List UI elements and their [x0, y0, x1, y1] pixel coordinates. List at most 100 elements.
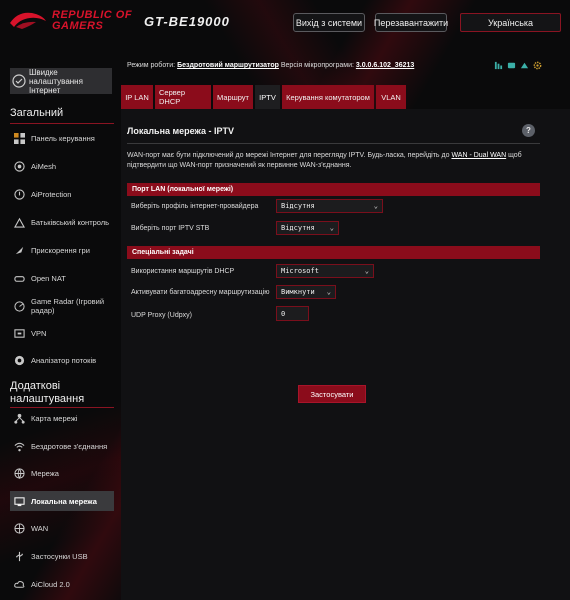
tab-switch-control[interactable]: Керування комутатором: [282, 85, 374, 109]
sidebar-item-label: Open NAT: [31, 273, 66, 283]
status-icons: [493, 60, 542, 70]
usb-icon: [13, 550, 26, 563]
dual-wan-link[interactable]: WAN - Dual WAN: [451, 152, 506, 159]
multicast-value: Вимкнути: [281, 288, 315, 296]
help-icon[interactable]: ?: [522, 124, 535, 137]
sidebar-item-parental[interactable]: Батьківський контроль: [10, 212, 114, 232]
main-panel: Режим роботи: Бездротовий маршрутизатор …: [121, 55, 570, 600]
chevron-down-icon: ⌄: [373, 202, 378, 210]
logout-button[interactable]: Вихід з системи: [293, 13, 365, 32]
rog-eye-icon: [8, 9, 48, 33]
rog-logo: REPUBLIC OF GAMERS: [8, 9, 132, 33]
sidebar-item-aiprotection[interactable]: AiProtection: [10, 184, 114, 204]
sidebar-item-wan[interactable]: WAN: [10, 518, 114, 538]
sidebar-item-label: Мережа: [31, 468, 59, 478]
page-title: Локальна мережа - IPTV: [127, 126, 235, 136]
firmware-version-link[interactable]: 3.0.0.6.102_36213: [356, 62, 414, 69]
sidebar-item-label: AiMesh: [31, 161, 57, 171]
multicast-label: Активувати багатоадресну маршрутизацію: [131, 289, 270, 296]
mode-prefix: Режим роботи:: [127, 62, 176, 69]
sidebar-item-label: AiCloud 2.0: [31, 579, 70, 589]
wan-icon: [13, 522, 26, 535]
stb-port-value: Відсутня: [281, 224, 315, 232]
tab-iptv[interactable]: IPTV: [255, 85, 280, 109]
sidebar-item-label: Бездротове з'єднання: [31, 441, 108, 451]
multicast-select[interactable]: Вимкнути ⌄: [276, 285, 336, 299]
lan-icon: [13, 495, 26, 508]
firmware-prefix: Версія мікропрограми:: [280, 62, 354, 69]
dhcp-routes-select[interactable]: Microsoft ⌄: [276, 264, 374, 278]
page-description: WAN-порт має бути підключений до мережі …: [127, 151, 543, 171]
radar-icon: [13, 300, 26, 313]
sidebar-item-aimesh[interactable]: AiMesh: [10, 156, 114, 176]
section-lan-port: Порт LAN (локальної мережі): [127, 183, 540, 196]
dashboard-icon: [13, 132, 26, 145]
tab-vlan[interactable]: VLAN: [376, 85, 406, 109]
chevron-down-icon: ⌄: [326, 288, 331, 296]
usb-status-icon[interactable]: [506, 60, 516, 70]
tab-ip-lan[interactable]: IP LAN: [121, 85, 153, 109]
cloud-icon: [13, 578, 26, 591]
sidebar-item-label: Game Radar (Ігровий радар): [31, 297, 105, 315]
udp-proxy-input[interactable]: 0: [276, 306, 309, 321]
sidebar-item-network-map[interactable]: Карта мережі: [10, 408, 114, 428]
sidebar-item-label: Батьківський контроль: [31, 217, 110, 227]
sidebar-item-usb[interactable]: Застосунки USB: [10, 546, 114, 566]
globe-icon: [13, 467, 26, 480]
sidebar-item-label: Застосунки USB: [31, 551, 88, 561]
sidebar-item-label: VPN: [31, 328, 47, 338]
isp-profile-label: Виберіть профіль інтернет-провайдера: [131, 203, 259, 210]
network-map-icon: [13, 412, 26, 425]
network-status-icon[interactable]: [493, 60, 503, 70]
desc-text-1: WAN-порт має бути підключений до мережі …: [127, 152, 452, 159]
sidebar-item-aicloud[interactable]: AiCloud 2.0: [10, 574, 114, 594]
udp-proxy-label: UDP Proxy (Udpxy): [131, 312, 192, 319]
section-special-tasks: Спеціальні задачі: [127, 246, 540, 259]
gamepad-icon: [13, 272, 26, 285]
quick-setup-icon: [12, 74, 26, 88]
advanced-section-title: Додаткові налаштування: [10, 380, 85, 405]
content-panel: Локальна мережа - IPTV ? WAN-порт має бу…: [121, 109, 570, 600]
sidebar-item-label: Прискорення гри: [31, 245, 90, 255]
stb-port-select[interactable]: Відсутня ⌄: [276, 221, 339, 235]
language-select[interactable]: Українська: [460, 13, 561, 32]
sidebar-item-open-nat[interactable]: Open NAT: [10, 268, 114, 288]
shield-icon: [13, 188, 26, 201]
parental-icon: [13, 216, 26, 229]
gear-icon[interactable]: [532, 60, 542, 70]
sidebar-item-network[interactable]: Мережа: [10, 463, 114, 483]
tab-bar: IP LAN Сервер DHCP Маршрут IPTV Керуванн…: [121, 85, 406, 109]
reboot-button[interactable]: Перезавантажити: [374, 13, 448, 32]
wireless-icon: [13, 440, 26, 453]
header: REPUBLIC OF GAMERS GT-BE19000 Вихід з си…: [0, 0, 570, 48]
link-status-icon[interactable]: [519, 60, 529, 70]
sidebar-item-wireless[interactable]: Бездротове з'єднання: [10, 436, 114, 456]
general-divider: [10, 123, 114, 124]
sidebar-item-lan[interactable]: Локальна мережа: [10, 491, 114, 511]
vpn-icon: [13, 327, 26, 340]
status-line: Режим роботи: Бездротовий маршрутизатор …: [127, 62, 414, 69]
tab-dhcp-server[interactable]: Сервер DHCP: [155, 85, 211, 109]
mesh-icon: [13, 160, 26, 173]
model-name: GT-BE19000: [144, 14, 230, 29]
quick-setup-button[interactable]: Швидке налаштування Інтернет: [10, 68, 112, 95]
apply-button[interactable]: Застосувати: [298, 385, 366, 403]
sidebar-item-game-radar[interactable]: Game Radar (Ігровий радар): [10, 293, 114, 319]
sidebar-item-vpn[interactable]: VPN: [10, 323, 114, 343]
brand-line-2: GAMERS: [52, 20, 104, 32]
sidebar: Швидке налаштування Інтернет Загальний П…: [0, 60, 118, 600]
sidebar-item-traffic-analyzer[interactable]: Аналізатор потоків: [10, 350, 114, 370]
chevron-down-icon: ⌄: [364, 267, 369, 275]
dhcp-routes-value: Microsoft: [281, 267, 319, 275]
sidebar-item-game-boost[interactable]: Прискорення гри: [10, 240, 114, 260]
sidebar-item-label: WAN: [31, 523, 49, 533]
title-divider: [127, 143, 540, 144]
chevron-down-icon: ⌄: [329, 224, 334, 232]
tab-route[interactable]: Маршрут: [213, 85, 253, 109]
general-section-title: Загальний: [10, 107, 64, 119]
sidebar-item-dashboard[interactable]: Панель керування: [10, 128, 114, 148]
sidebar-item-label: Локальна мережа: [31, 496, 97, 506]
sidebar-item-label: AiProtection: [31, 189, 72, 199]
operation-mode-link[interactable]: Бездротовий маршрутизатор: [177, 62, 279, 69]
isp-profile-select[interactable]: Відсутня ⌄: [276, 199, 383, 213]
